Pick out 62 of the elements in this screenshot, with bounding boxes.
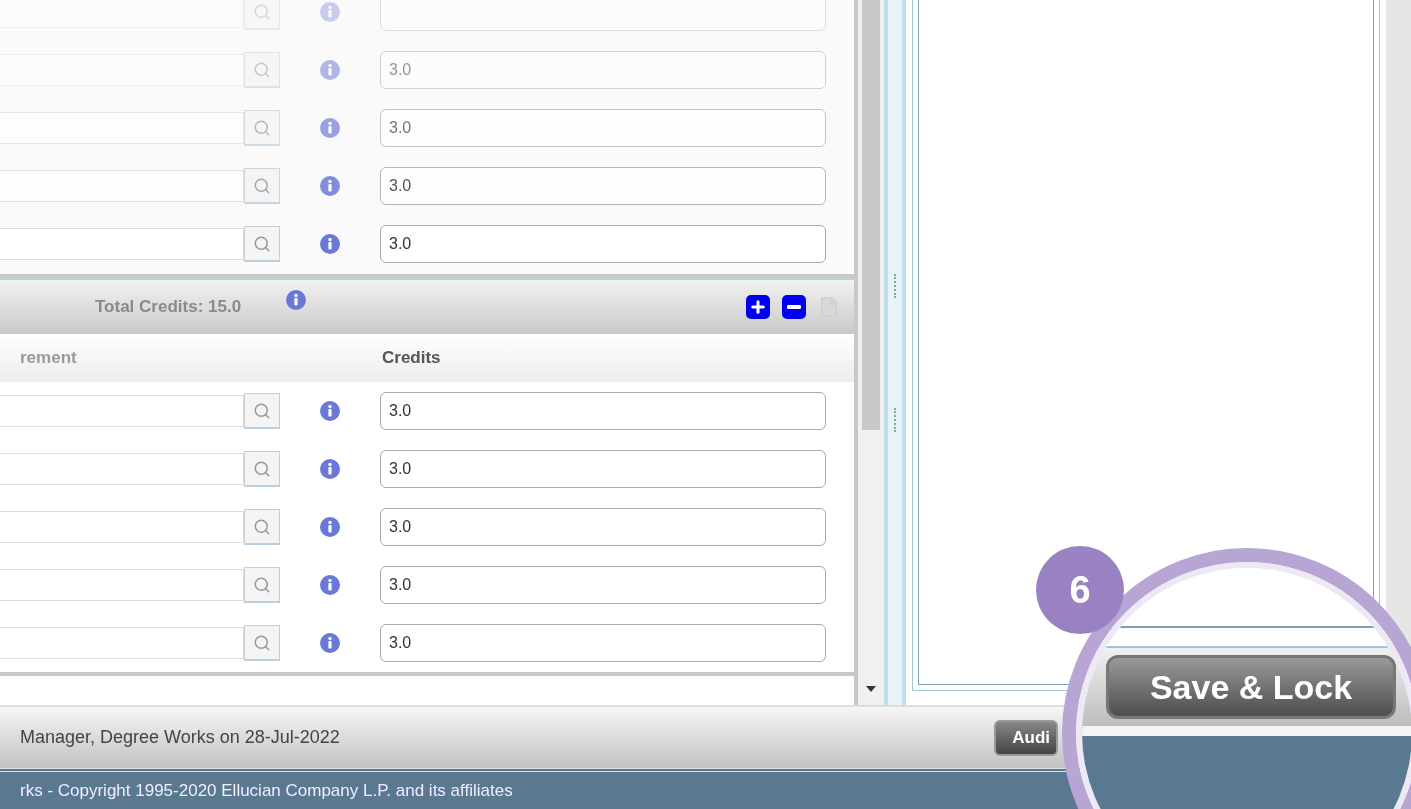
info-icon[interactable] [319, 175, 341, 197]
column-header: Credits [382, 347, 441, 370]
plus-icon [749, 298, 767, 316]
course-input[interactable] [0, 627, 244, 659]
credits-input[interactable]: 3.0 [380, 167, 826, 205]
credits-input[interactable]: 3.0 [380, 225, 826, 263]
search-button[interactable] [244, 567, 280, 603]
total-credits: Total Credits: 15.0 [95, 296, 242, 319]
credits-input[interactable]: 3.0 [380, 392, 826, 430]
course-input[interactable] [0, 453, 244, 485]
status-text: Manager, Degree Works on 28-Jul-2022 [20, 726, 340, 749]
credits-input[interactable]: 3.0 [380, 624, 826, 662]
add-button[interactable] [746, 295, 770, 319]
course-input[interactable] [0, 395, 244, 427]
search-icon [253, 633, 271, 652]
search-button[interactable] [244, 393, 280, 429]
course-input[interactable] [0, 112, 244, 144]
search-icon [253, 2, 271, 21]
search-icon [253, 60, 271, 79]
search-icon [253, 234, 271, 253]
search-button[interactable] [244, 52, 280, 88]
info-icon[interactable] [319, 233, 341, 255]
splitter-handle[interactable] [884, 0, 906, 705]
info-icon[interactable] [319, 632, 341, 654]
info-icon[interactable] [319, 400, 341, 422]
course-input[interactable] [0, 54, 244, 86]
course-input[interactable] [0, 170, 244, 202]
scrollbar[interactable] [858, 0, 884, 705]
audit-button[interactable]: Audi [994, 719, 1058, 756]
credits-input[interactable]: 3.0 [380, 566, 826, 604]
info-icon[interactable] [319, 59, 341, 81]
search-icon [253, 517, 271, 536]
course-input[interactable] [0, 228, 244, 260]
search-button[interactable] [244, 168, 280, 204]
course-input[interactable] [0, 511, 244, 543]
save-lock-button[interactable]: Save & Lock [1106, 655, 1396, 719]
remove-button[interactable] [782, 295, 806, 319]
credits-input[interactable]: 3.0 [380, 109, 826, 147]
info-icon[interactable] [319, 458, 341, 480]
search-button[interactable] [244, 226, 280, 262]
info-icon[interactable] [319, 516, 341, 538]
column-header: rement [19, 347, 78, 370]
copyright-text: rks - Copyright 1995-2020 Ellucian Company L.P. and its affiliates [20, 779, 513, 802]
search-icon [253, 118, 271, 137]
search-button[interactable] [244, 110, 280, 146]
search-icon [253, 575, 271, 594]
scroll-down-icon[interactable] [866, 686, 876, 692]
scrollbar-thumb[interactable] [862, 0, 880, 430]
credits-input[interactable]: 3.0 [380, 508, 826, 546]
search-icon [253, 176, 271, 195]
search-icon [253, 401, 271, 420]
info-icon[interactable] [319, 574, 341, 596]
search-button[interactable] [244, 509, 280, 545]
search-button[interactable] [244, 451, 280, 487]
course-input[interactable] [0, 569, 244, 601]
info-icon[interactable] [319, 117, 341, 139]
credits-input[interactable]: 3.0 [380, 450, 826, 488]
search-button[interactable] [244, 625, 280, 661]
info-icon[interactable] [285, 289, 308, 311]
minus-icon [787, 305, 801, 309]
search-icon [253, 459, 271, 478]
credits-input[interactable] [380, 0, 826, 31]
